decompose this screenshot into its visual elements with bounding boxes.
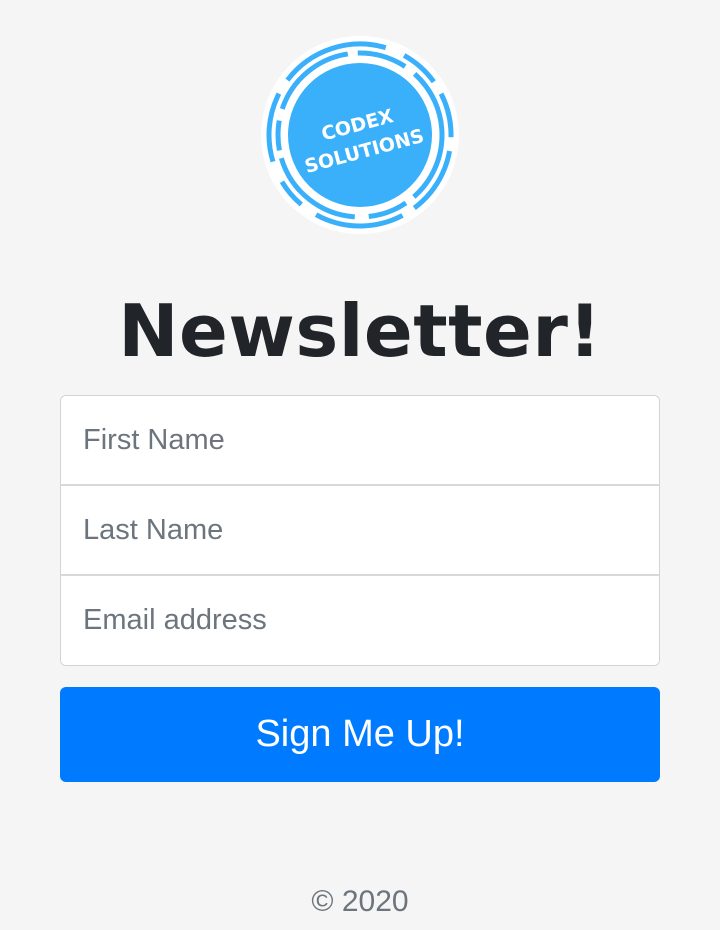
signup-form	[60, 395, 660, 666]
copyright-footer: © 2020	[311, 885, 409, 918]
codex-solutions-logo: CODEX SOLUTIONS	[260, 35, 460, 235]
email-input[interactable]	[61, 576, 659, 665]
sign-up-button[interactable]: Sign Me Up!	[60, 687, 660, 782]
page-title: Newsletter!	[118, 289, 602, 373]
first-name-input[interactable]	[61, 396, 659, 486]
last-name-input[interactable]	[61, 486, 659, 576]
